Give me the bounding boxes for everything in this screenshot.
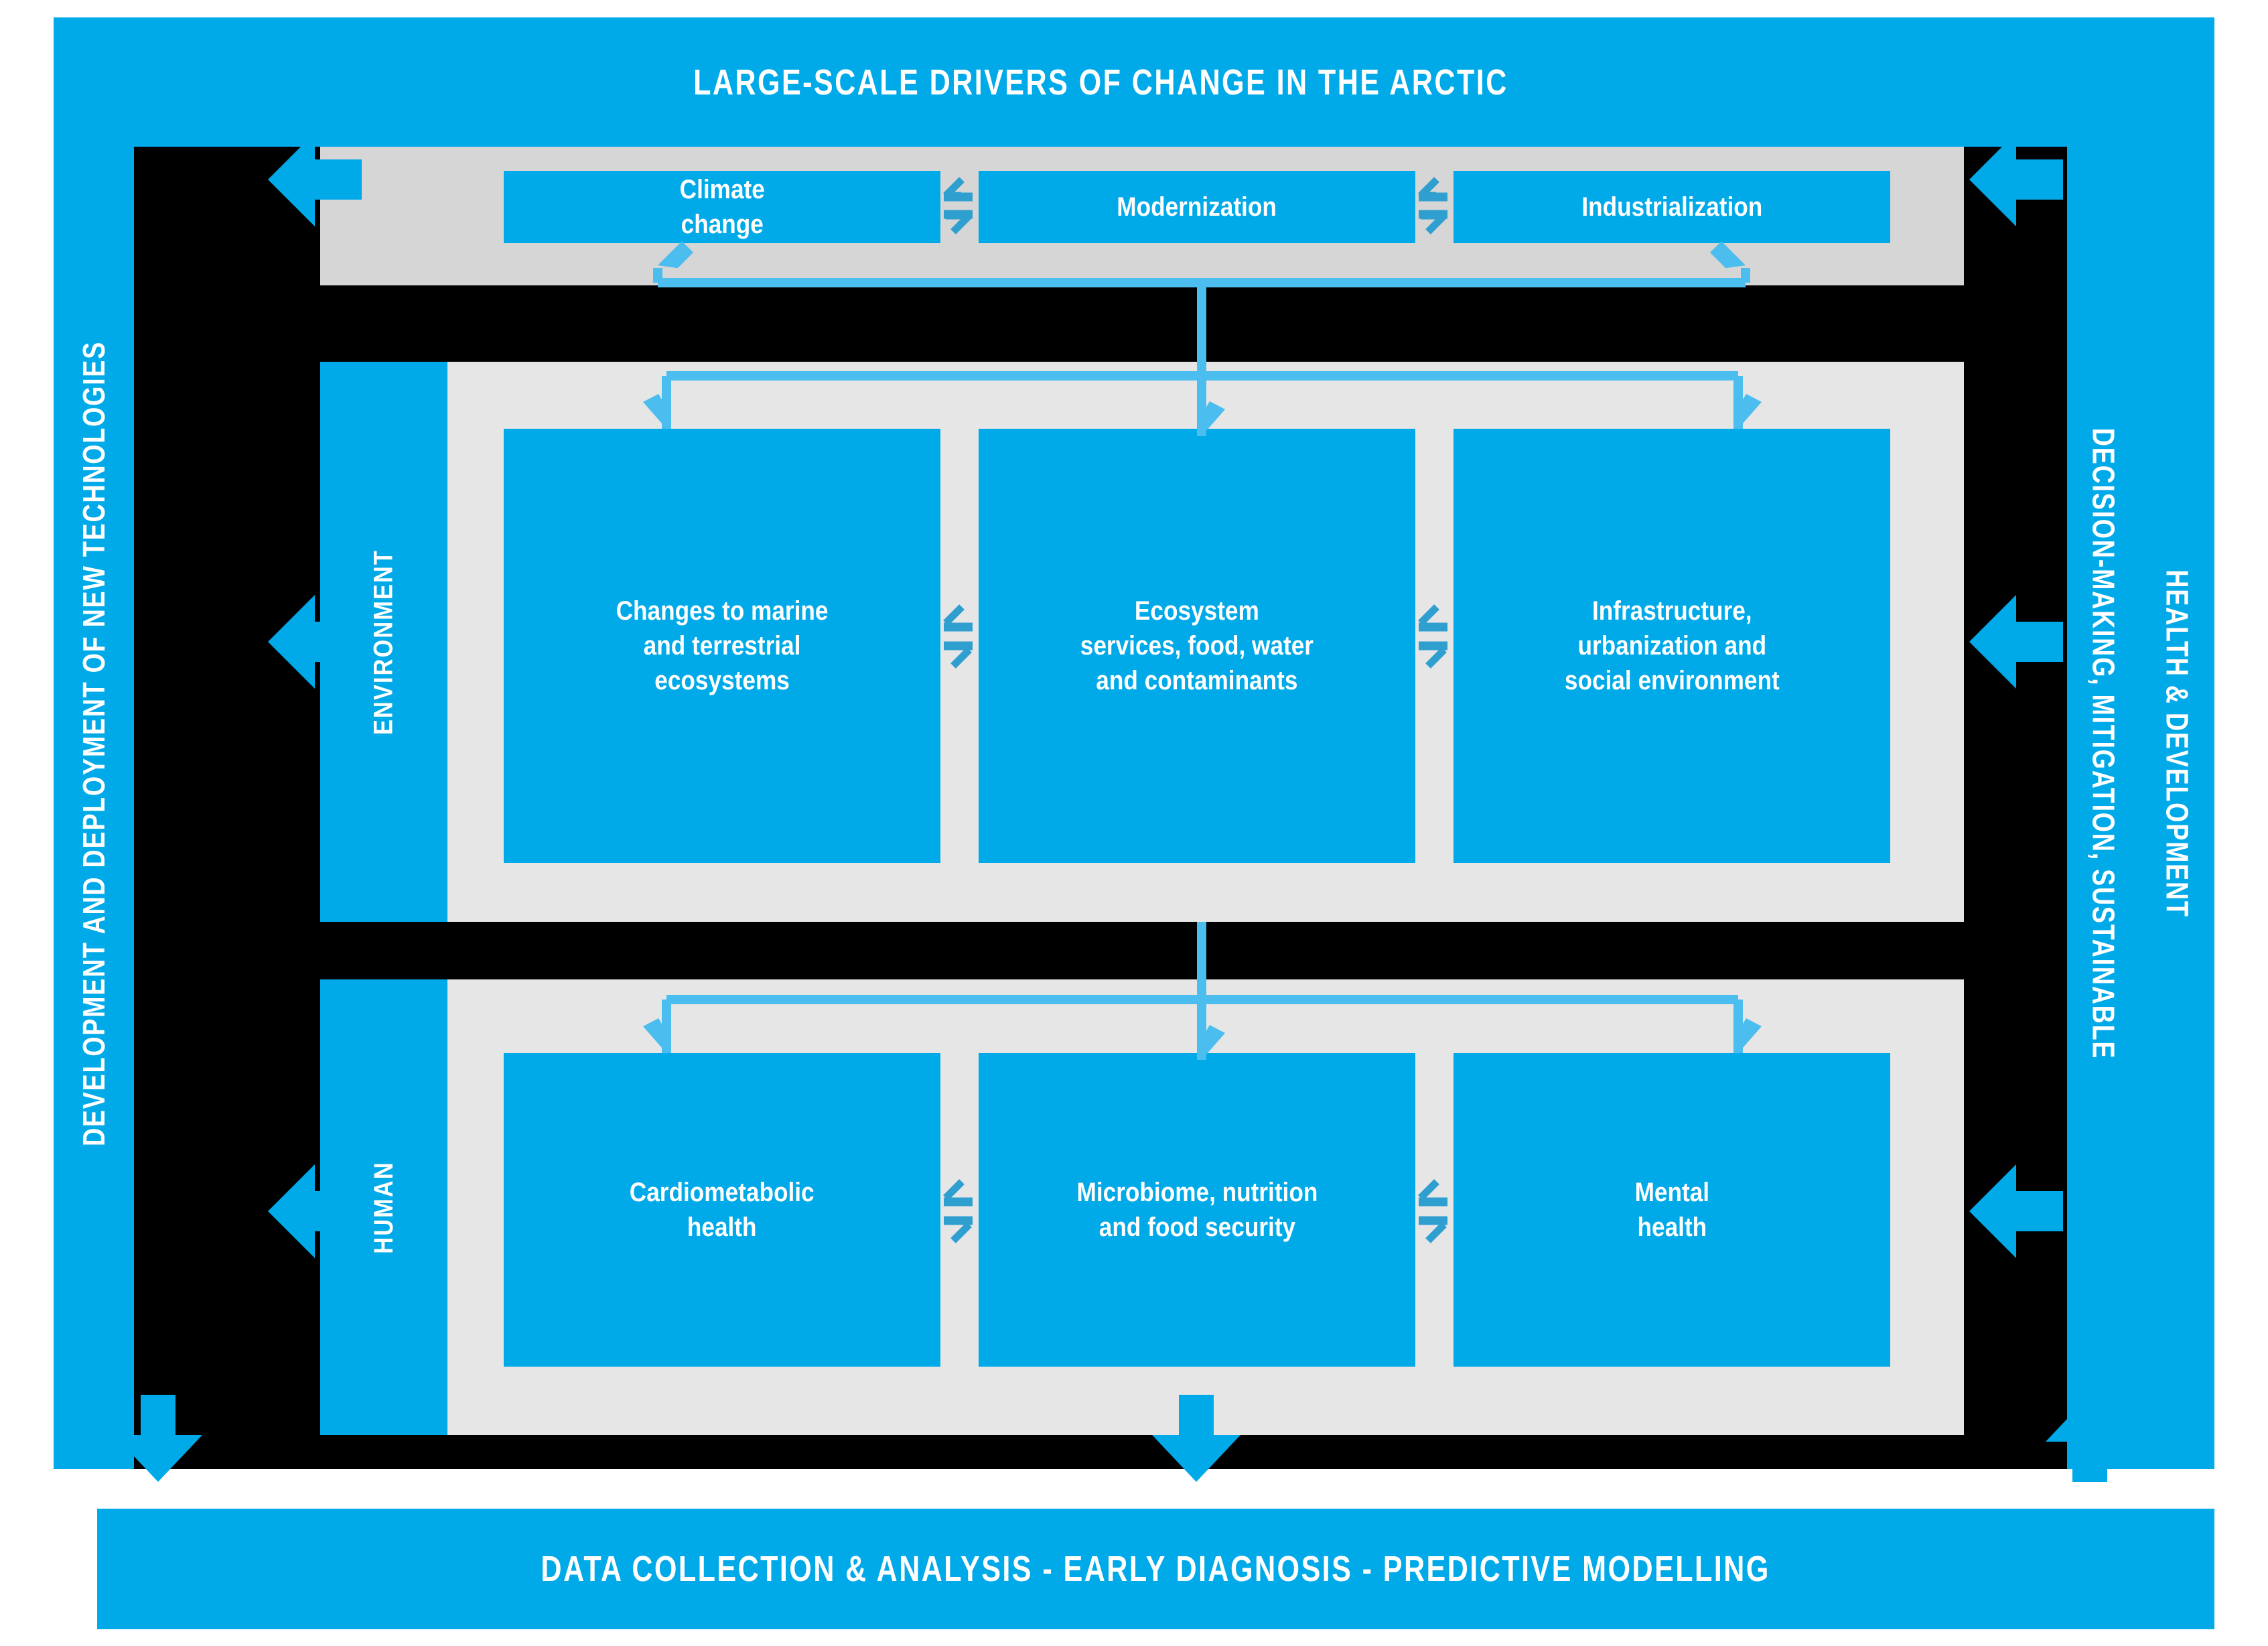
- right-rail-label-line1: DECISION-MAKING, MITIGATION, SUSTAINABLE: [2086, 427, 2122, 1059]
- node-industrialization[interactable]: Industrialization: [1454, 171, 1890, 243]
- node-label: Ecosystem services, food, water and contam…: [1080, 596, 1314, 695]
- row-environment-label-band: ENVIRONMENT: [320, 362, 447, 922]
- node-modernization[interactable]: Modernization: [979, 171, 1415, 243]
- diagram-canvas: DEVELOPMENT AND DEPLOYMENT OF NEW TECHNO…: [0, 0, 2268, 1646]
- node-label: Industrialization: [1581, 192, 1762, 222]
- left-rail: DEVELOPMENT AND DEPLOYMENT OF NEW TECHNO…: [54, 17, 134, 1469]
- footer-title: DATA COLLECTION & ANALYSIS - EARLY DIAGN…: [541, 1549, 1771, 1589]
- node-climate-change[interactable]: Climate change: [504, 171, 940, 243]
- row-human-label: HUMAN: [368, 1160, 399, 1254]
- node-infrastructure[interactable]: Infrastructure, urbanization and social en…: [1454, 429, 1890, 863]
- row-environment-label: ENVIRONMENT: [368, 549, 399, 735]
- row-human-label-band: HUMAN: [320, 979, 447, 1435]
- node-label: Modernization: [1117, 192, 1277, 222]
- node-cardiometabolic-health[interactable]: Cardiometabolic health: [504, 1053, 940, 1367]
- node-label: Microbiome, nutrition and food security: [1076, 1178, 1318, 1242]
- node-label: Changes to marine and terrestrial ecosyste…: [616, 596, 829, 695]
- footer-banner: DATA COLLECTION & ANALYSIS - EARLY DIAGN…: [97, 1509, 2214, 1629]
- header-banner: LARGE-SCALE DRIVERS OF CHANGE IN THE ARC…: [134, 17, 2067, 147]
- node-label: Mental health: [1634, 1178, 1709, 1242]
- page-title: LARGE-SCALE DRIVERS OF CHANGE IN THE ARC…: [693, 62, 1508, 102]
- left-rail-label: DEVELOPMENT AND DEPLOYMENT OF NEW TECHNO…: [76, 340, 111, 1146]
- node-microbiome-nutrition[interactable]: Microbiome, nutrition and food security: [979, 1053, 1415, 1367]
- node-ecosystem-services[interactable]: Ecosystem services, food, water and contam…: [979, 429, 1415, 863]
- node-ecosystem-changes[interactable]: Changes to marine and terrestrial ecosyste…: [504, 429, 940, 863]
- node-label: Infrastructure, urbanization and social en…: [1564, 596, 1780, 695]
- node-mental-health[interactable]: Mental health: [1454, 1053, 1890, 1367]
- right-rail-label-line2: HEALTH & DEVELOPMENT: [2160, 569, 2196, 918]
- node-label: Cardiometabolic health: [630, 1178, 814, 1242]
- node-label: Climate change: [679, 175, 765, 239]
